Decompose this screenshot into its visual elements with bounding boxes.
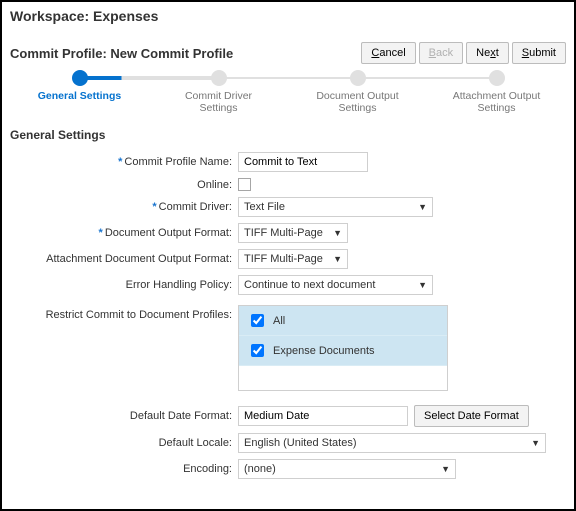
chevron-down-icon: ▼ [418, 202, 427, 212]
list-item[interactable]: Expense Documents [239, 336, 447, 366]
document-output-format-select[interactable]: TIFF Multi-Page▼ [238, 223, 348, 243]
chevron-down-icon: ▼ [441, 464, 450, 474]
profile-label: Expense Documents [273, 345, 375, 357]
date-format-input[interactable] [238, 406, 408, 426]
commit-profile-name-input[interactable] [238, 152, 368, 172]
locale-label: Default Locale: [159, 437, 232, 449]
error-handling-select[interactable]: Continue to next document▼ [238, 275, 433, 295]
attachment-output-format-select[interactable]: TIFF Multi-Page▼ [238, 249, 348, 269]
driver-label: Commit Driver: [159, 201, 232, 213]
online-checkbox[interactable] [238, 178, 251, 191]
select-date-format-button[interactable]: Select Date Format [414, 405, 529, 427]
restrict-label: Restrict Commit to Document Profiles: [46, 309, 232, 321]
workspace-title: Workspace: Expenses [10, 8, 566, 24]
profile-label: All [273, 315, 285, 327]
profile-title: Commit Profile: New Commit Profile [10, 46, 233, 61]
profile-checkbox-expense[interactable] [251, 344, 264, 357]
list-item[interactable]: All [239, 306, 447, 336]
stepper: General Settings Commit DriverSettings D… [10, 70, 566, 114]
chevron-down-icon: ▼ [333, 254, 342, 264]
chevron-down-icon: ▼ [531, 438, 540, 448]
attfmt-label: Attachment Document Output Format: [46, 253, 232, 265]
cancel-button[interactable]: Cancel [361, 42, 415, 64]
name-label: Commit Profile Name: [124, 156, 232, 168]
step-dot-driver[interactable] [211, 70, 227, 86]
step-dot-general[interactable] [72, 70, 88, 86]
commit-driver-select[interactable]: Text File▼ [238, 197, 433, 217]
step-label-general[interactable]: General Settings [10, 90, 149, 102]
step-label-attout[interactable]: Attachment OutputSettings [427, 90, 566, 114]
online-label: Online: [197, 179, 232, 191]
back-button: Back [419, 42, 463, 64]
encoding-label: Encoding: [183, 463, 232, 475]
chevron-down-icon: ▼ [333, 228, 342, 238]
chevron-down-icon: ▼ [418, 280, 427, 290]
docfmt-label: Document Output Format: [105, 227, 232, 239]
step-dot-docout[interactable] [350, 70, 366, 86]
submit-button[interactable]: Submit [512, 42, 566, 64]
profile-checkbox-all[interactable] [251, 314, 264, 327]
section-heading: General Settings [10, 128, 566, 142]
step-dot-attout[interactable] [489, 70, 505, 86]
errpol-label: Error Handling Policy: [126, 279, 232, 291]
restrict-profiles-list: All Expense Documents [238, 305, 448, 391]
next-button[interactable]: Next [466, 42, 509, 64]
list-item-blank [239, 366, 447, 390]
action-buttons: Cancel Back Next Submit [361, 42, 566, 64]
locale-select[interactable]: English (United States)▼ [238, 433, 546, 453]
datefmt-label: Default Date Format: [130, 410, 232, 422]
step-label-docout[interactable]: Document OutputSettings [288, 90, 427, 114]
encoding-select[interactable]: (none)▼ [238, 459, 456, 479]
step-label-driver[interactable]: Commit DriverSettings [149, 90, 288, 114]
